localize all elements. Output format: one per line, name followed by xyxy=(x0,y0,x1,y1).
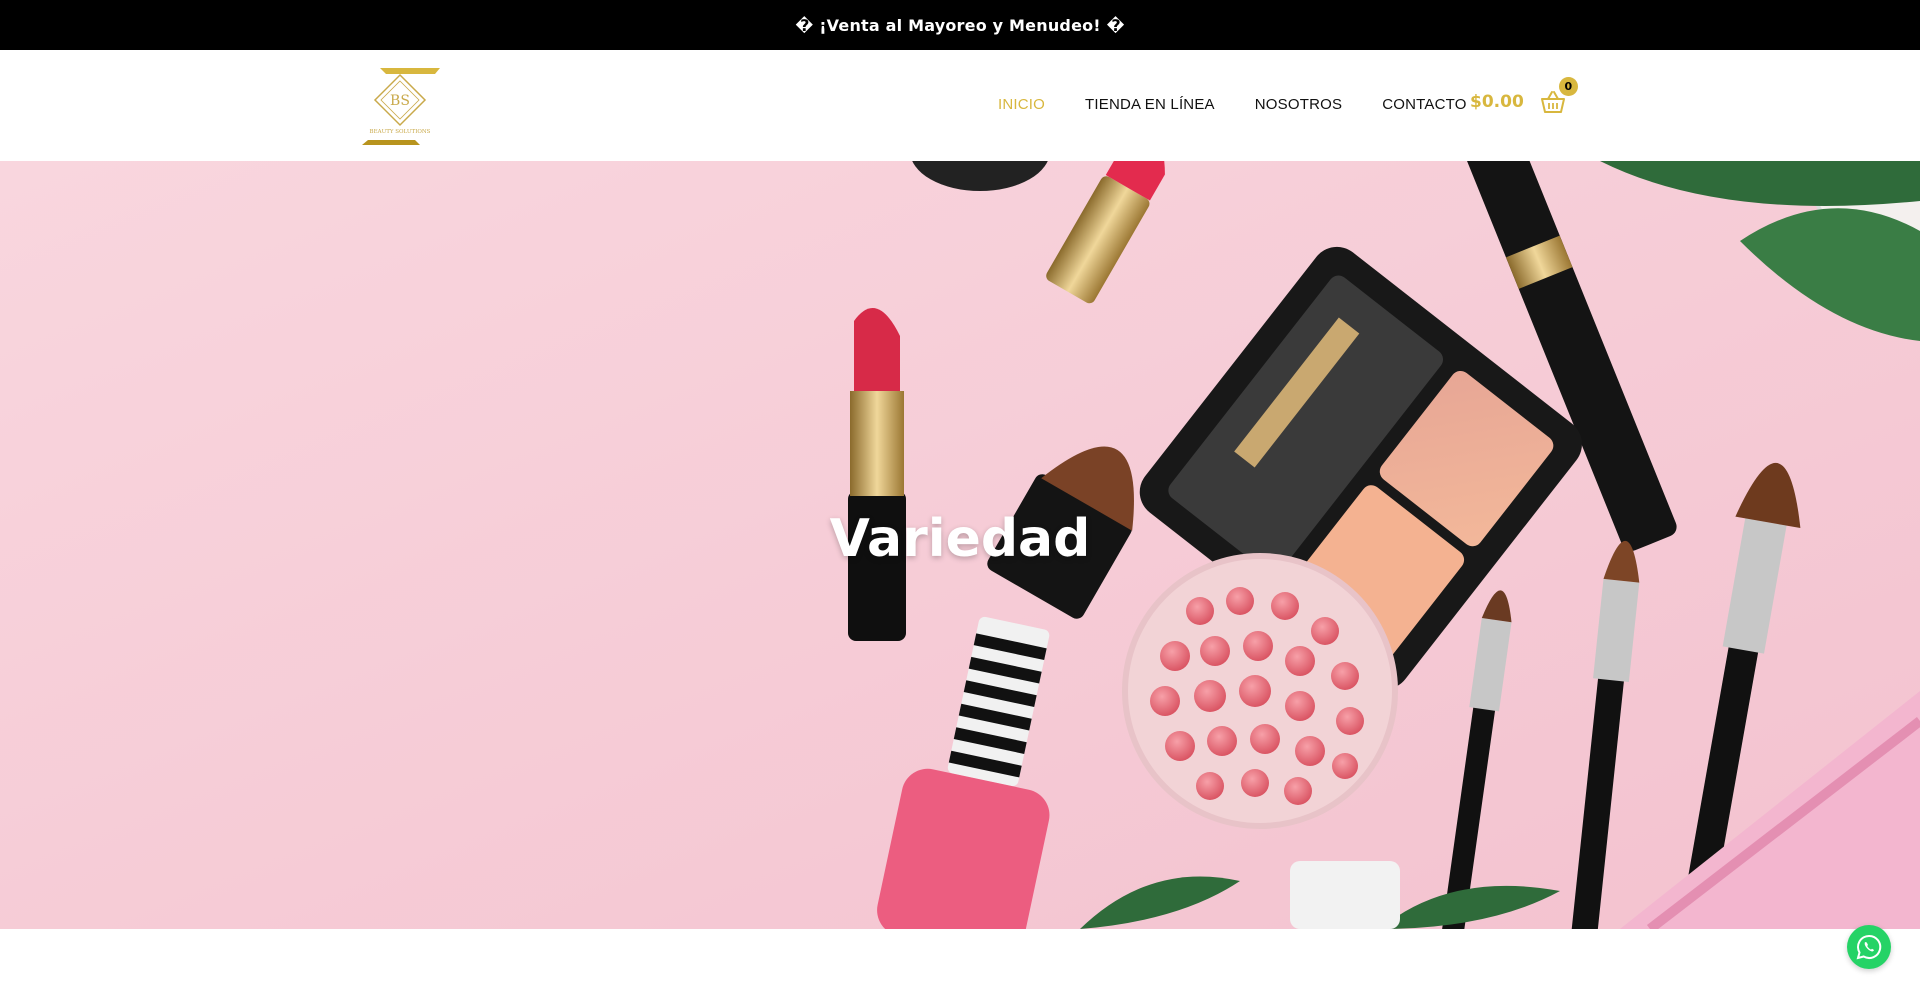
site-header: BS BEAUTY SOLUTIONS INICIO TIENDA EN LÍN… xyxy=(0,50,1920,161)
brand-logo[interactable]: BS BEAUTY SOLUTIONS xyxy=(360,65,442,147)
whatsapp-icon xyxy=(1856,934,1882,960)
hero-banner: Variedad xyxy=(0,161,1920,929)
announcement-text: � ¡Venta al Mayoreo y Menudeo! � xyxy=(795,15,1125,35)
logo-caption: BEAUTY SOLUTIONS xyxy=(370,129,431,135)
logo-emblem-icon: BS BEAUTY SOLUTIONS xyxy=(362,68,440,145)
hero-title: Variedad xyxy=(829,509,1091,569)
nav-item-contacto[interactable]: CONTACTO xyxy=(1382,96,1466,113)
logo-letters: BS xyxy=(390,93,410,109)
whatsapp-button[interactable] xyxy=(1847,925,1891,969)
main-nav: INICIO TIENDA EN LÍNEA NOSOTROS CONTACTO xyxy=(998,96,1507,113)
basket-icon: 0 xyxy=(1540,77,1578,114)
nav-item-tienda[interactable]: TIENDA EN LÍNEA xyxy=(1085,96,1215,113)
announcement-bar: � ¡Venta al Mayoreo y Menudeo! � xyxy=(0,0,1920,50)
cart-button[interactable]: $0.00 0 xyxy=(1470,77,1578,114)
nav-item-nosotros[interactable]: NOSOTROS xyxy=(1255,96,1342,113)
cart-count-badge: 0 xyxy=(1558,77,1578,96)
nav-item-inicio[interactable]: INICIO xyxy=(998,96,1045,113)
cart-total: $0.00 xyxy=(1470,92,1524,112)
